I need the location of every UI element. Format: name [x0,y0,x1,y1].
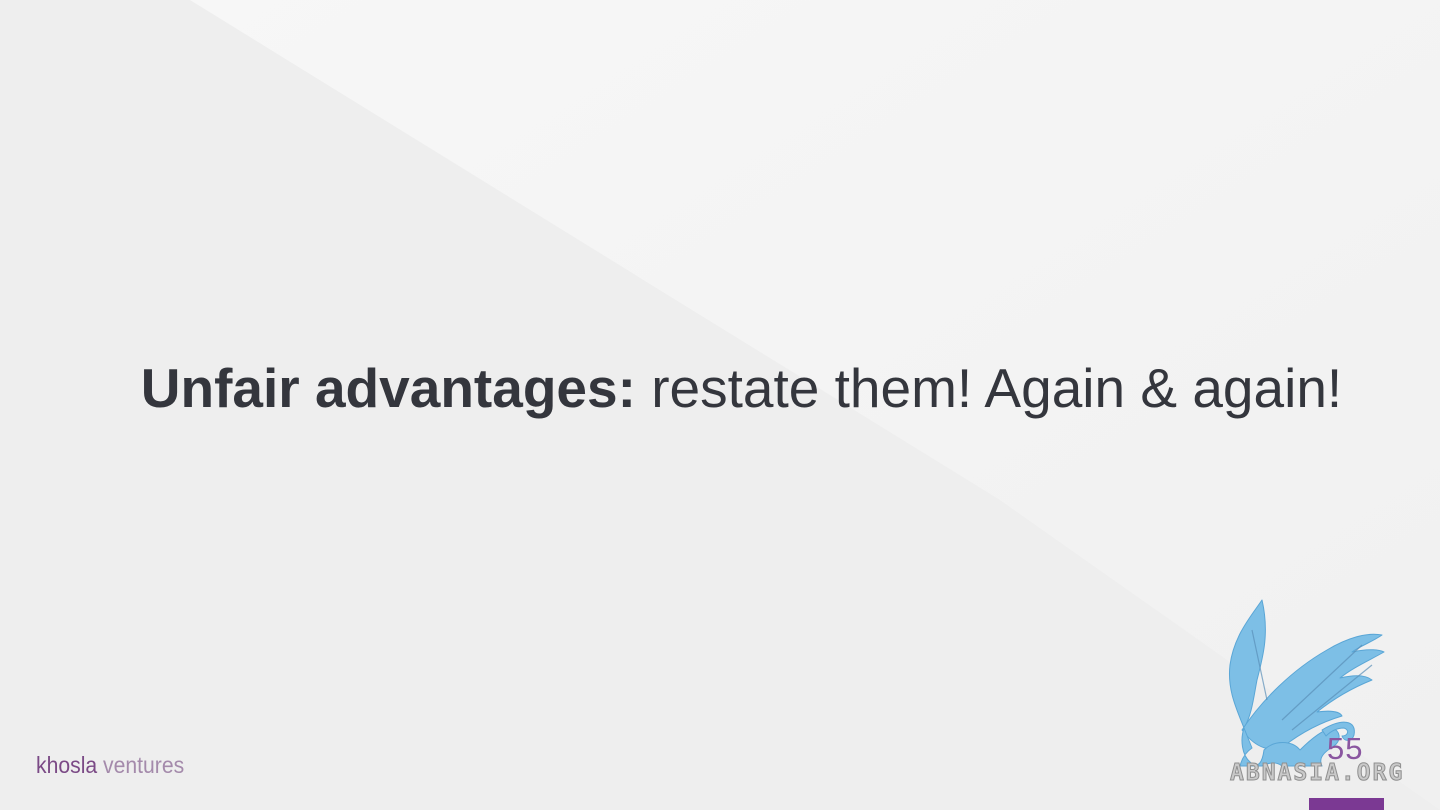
khosla-ventures-logo: khosla ventures [36,752,184,779]
page-number-accent-bar [1309,798,1384,810]
watermark-text: ABNASIA.ORG [1229,760,1405,787]
slide-headline: Unfair advantages: restate them! Again &… [0,356,1440,420]
brand-word-khosla: khosla [36,752,98,778]
headline-bold: Unfair advantages: [140,357,636,419]
headline-rest: restate them! Again & again! [635,357,1343,419]
slide: Unfair advantages: restate them! Again &… [0,0,1440,810]
brand-word-ventures: ventures [103,752,185,778]
page-number: 55 [1327,731,1364,766]
